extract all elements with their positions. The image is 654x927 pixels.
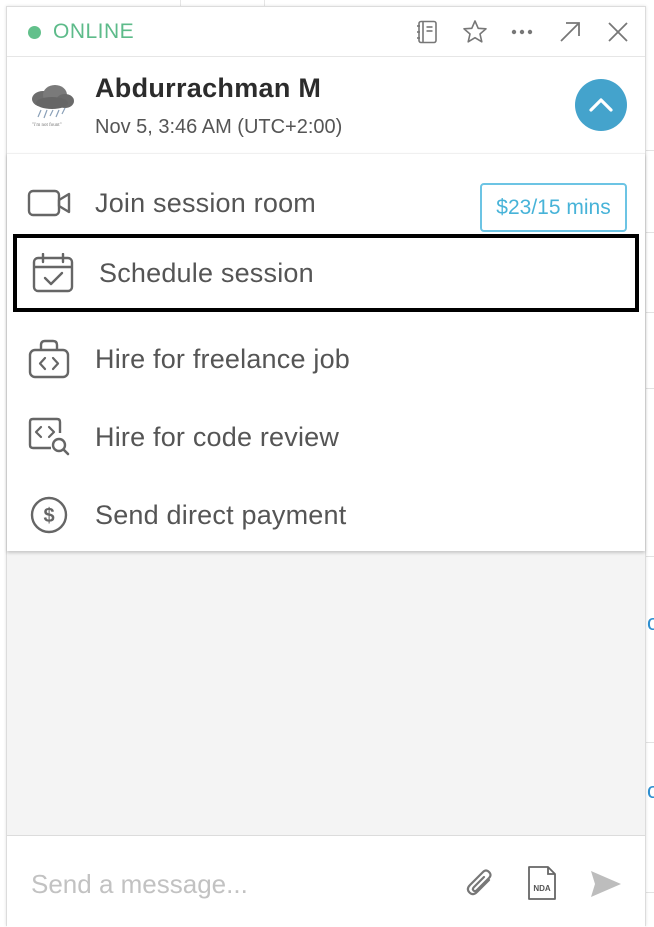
menu-item-send-payment[interactable]: $ Send direct payment (7, 476, 645, 554)
menu-item-label: Send direct payment (95, 500, 347, 530)
paperclip-icon[interactable] (463, 866, 499, 902)
send-icon[interactable] (589, 868, 623, 900)
chevron-up-icon (589, 98, 613, 112)
nda-icon[interactable]: NDA (527, 865, 557, 901)
menu-item-hire-freelance[interactable]: Hire for freelance job (7, 320, 645, 398)
chat-topbar: ONLINE (7, 7, 645, 57)
more-icon[interactable] (509, 19, 535, 45)
briefcase-code-icon (27, 339, 71, 379)
menu-item-label: Hire for freelance job (95, 344, 351, 374)
menu-item-label: Schedule session (99, 258, 314, 288)
background-fragment: o (647, 610, 654, 635)
user-name: Abdurrachman M (95, 73, 322, 103)
background-divider (646, 312, 654, 313)
menu-item-label: Join session room (95, 188, 316, 218)
status-label: ONLINE (53, 20, 135, 43)
notebook-icon[interactable] (415, 19, 441, 45)
user-header: "i'm not fount" Abdurrachman M Nov 5, 3:… (7, 57, 645, 153)
menu-item-hire-code-review[interactable]: Hire for code review (7, 398, 645, 476)
video-camera-icon (27, 183, 71, 223)
nda-label: NDA (533, 884, 551, 893)
avatar-caption: "i'm not fount" (32, 123, 62, 128)
online-status-dot (28, 26, 41, 39)
calendar-check-icon (31, 252, 75, 293)
svg-text:$: $ (43, 505, 54, 527)
menu-item-label: Hire for code review (95, 422, 340, 452)
star-icon[interactable] (462, 19, 488, 45)
background-divider (646, 232, 654, 233)
avatar[interactable] (25, 81, 77, 129)
background-divider (646, 388, 654, 389)
message-composer: NDA (7, 835, 645, 927)
menu-item-schedule-session[interactable]: Schedule session (13, 234, 639, 312)
dollar-circle-icon: $ (27, 495, 71, 535)
user-local-time: Nov 5, 3:46 AM (UTC+2:00) (95, 116, 343, 138)
background-fragment: o (647, 778, 654, 803)
code-search-icon (27, 417, 71, 457)
menu-item-join-session[interactable]: Join session room $23/15 mins (7, 164, 645, 242)
chat-panel: ONLINE "i'm not fount" Abdurrachman M No… (6, 6, 646, 927)
price-badge: $23/15 mins (480, 183, 627, 232)
background-divider (646, 742, 654, 743)
background-page-strip: o o (646, 0, 654, 926)
pop-out-icon[interactable] (557, 19, 583, 45)
collapse-button[interactable] (575, 79, 627, 131)
background-divider (646, 556, 654, 557)
close-icon[interactable] (605, 19, 631, 45)
background-divider (646, 892, 654, 893)
background-divider (646, 150, 654, 151)
action-menu: Join session room $23/15 mins Schedule s… (7, 153, 645, 551)
message-input[interactable] (31, 864, 451, 904)
